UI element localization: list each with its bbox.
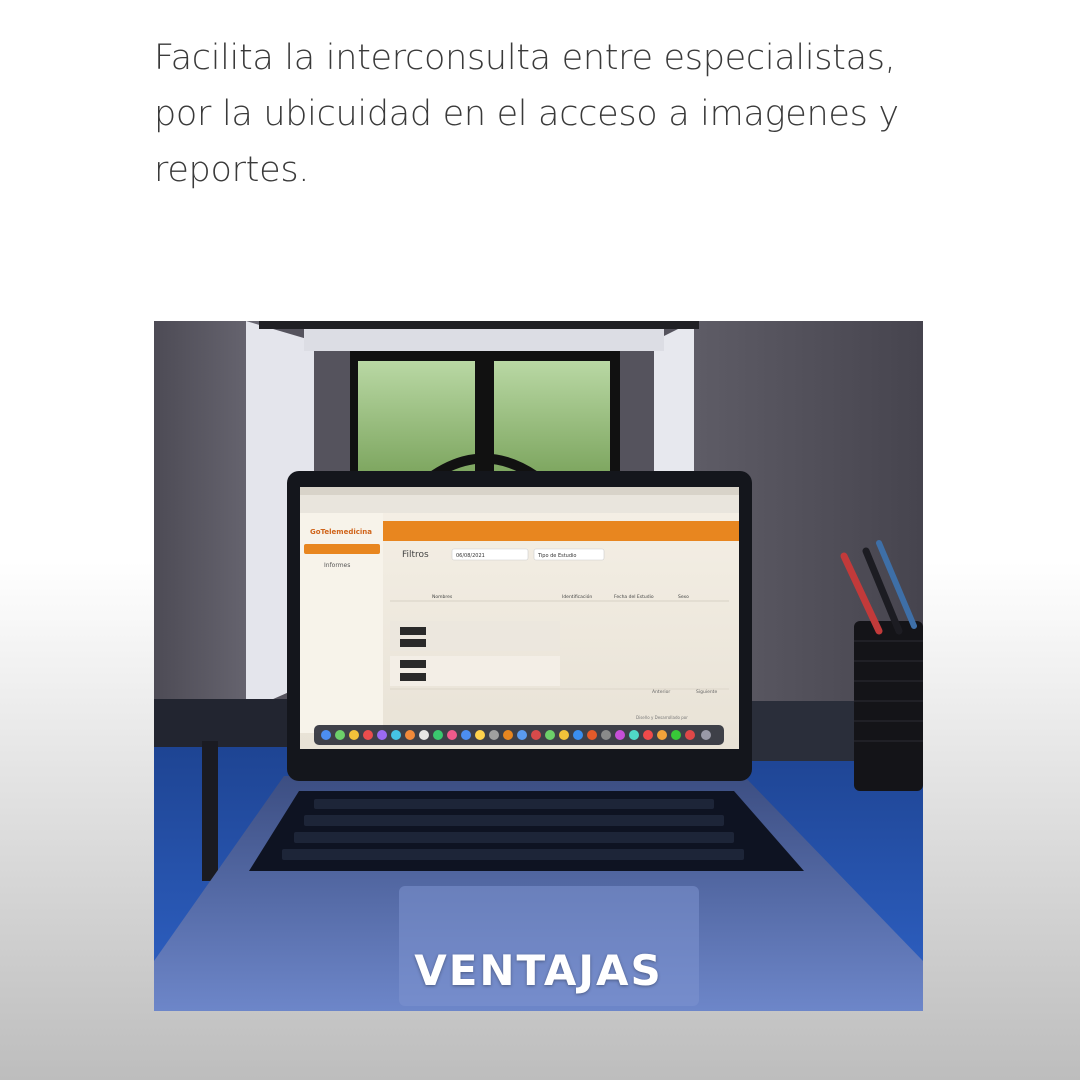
screen-study-type: Tipo de Estudio bbox=[537, 553, 576, 559]
caption-ventajas: VENTAJAS bbox=[414, 946, 663, 995]
screen-col-sexo: Sexo bbox=[678, 594, 689, 600]
laptop-photo: GoTelemedicina Informes Filtros 06/08/20… bbox=[154, 321, 923, 1011]
headline-text: Facilita la interconsulta entre especial… bbox=[154, 38, 899, 190]
screen-filters-title: Filtros bbox=[402, 550, 429, 560]
screen-footer-brand: Diseño y Desarrollado por bbox=[636, 715, 688, 720]
screen-pager-next: Siguiente bbox=[696, 689, 717, 695]
screen-col-nombres: Nombres bbox=[432, 594, 453, 600]
screen-pager-prev: Anterior bbox=[652, 689, 670, 695]
screen-col-identificacion: Identificación bbox=[562, 593, 592, 600]
screen-col-fecha: Fecha del Estudio bbox=[614, 594, 654, 600]
screen-date-field: 06/08/2021 bbox=[456, 553, 485, 559]
screen-brand: GoTelemedicina bbox=[310, 528, 372, 536]
screen-sidebar-item: Informes bbox=[324, 562, 350, 569]
